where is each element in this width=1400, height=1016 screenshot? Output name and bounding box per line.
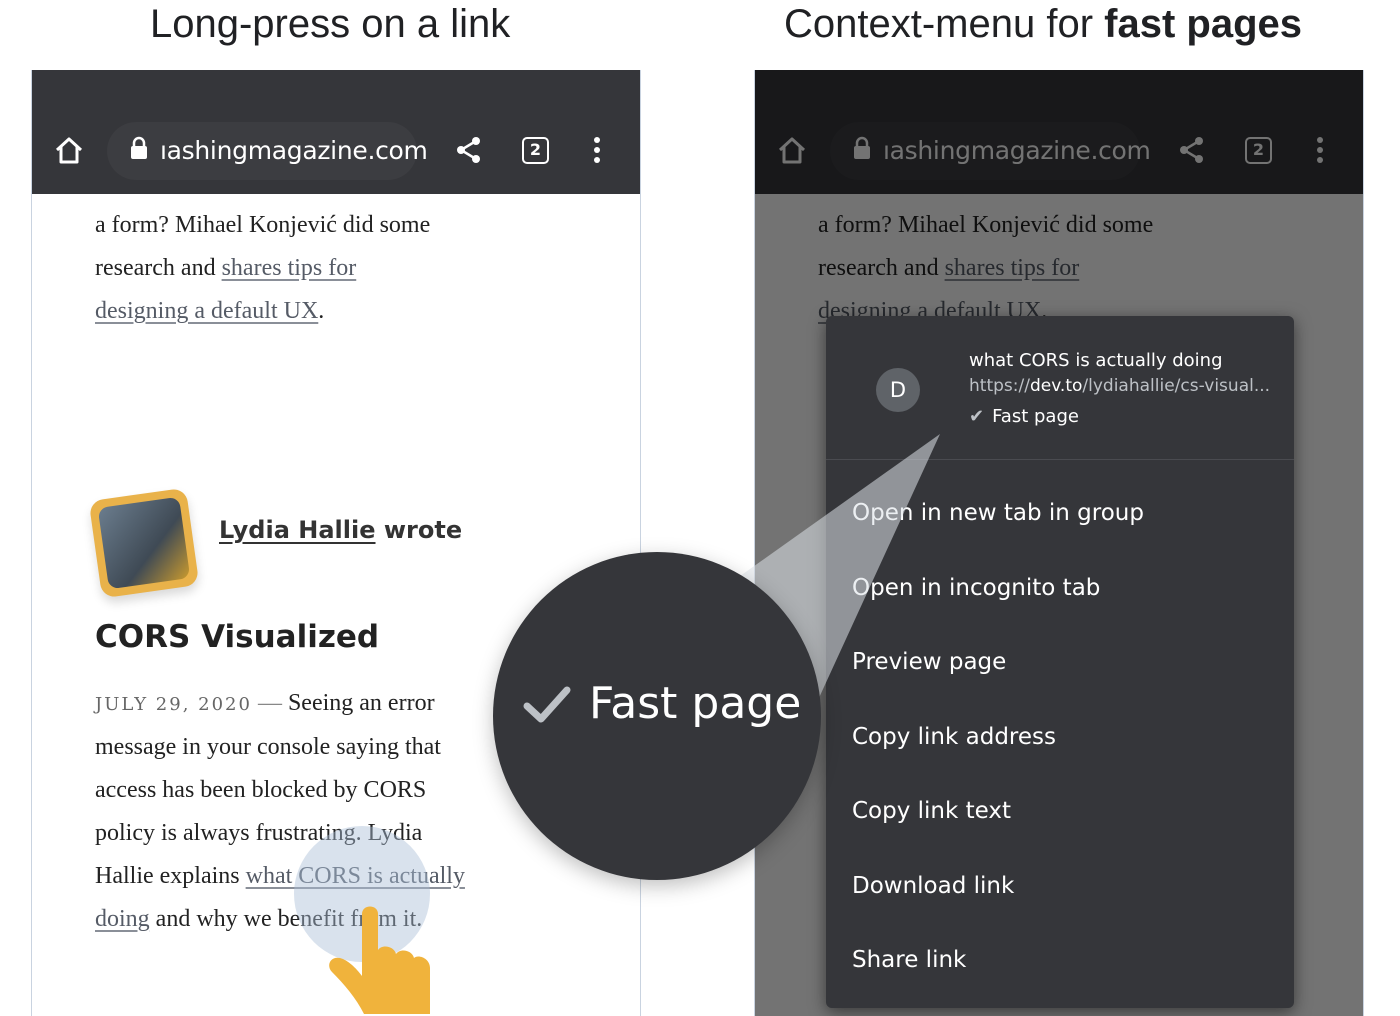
article-text: Hallie explains <box>95 863 246 889</box>
menu-item-open-new-tab-group[interactable]: Open in new tab in group <box>826 476 1294 551</box>
article-line: JULY 29, 2020 — Seeing an error <box>95 682 435 726</box>
author-avatar[interactable] <box>88 487 200 599</box>
context-menu: D what CORS is actually doing https://de… <box>826 316 1294 1008</box>
url-text[interactable]: ıashingmagazine.com <box>160 136 428 165</box>
shares-tips-link[interactable]: shares tips for <box>222 255 357 281</box>
author-suffix: wrote <box>375 516 463 544</box>
lock-icon <box>131 136 147 159</box>
article-text: Seeing an error <box>287 690 435 716</box>
menu-item-share-link[interactable]: Share link <box>826 923 1294 998</box>
date-dash: — <box>251 690 288 716</box>
fast-page-label: Fast page <box>992 406 1079 427</box>
browser-toolbar: ıashingmagazine.com 2 <box>32 70 640 194</box>
link-title: what CORS is actually doing <box>969 350 1223 371</box>
link-url: https://dev.to/lydiahallie/cs-visual... <box>969 376 1270 396</box>
cors-article-link-cont[interactable]: doing <box>95 906 150 932</box>
phone-screen-right: ıashingmagazine.com 2 a form? Mihael Kon… <box>754 70 1364 1016</box>
article-line: designing a default UX. <box>95 290 324 333</box>
article-text: research and <box>95 255 222 281</box>
callout-label: Fast page <box>589 678 802 729</box>
more-vert-icon[interactable] <box>593 136 601 164</box>
menu-item-open-incognito[interactable]: Open in incognito tab <box>826 551 1294 626</box>
heading-context-menu: Context-menu for fast pages <box>784 2 1302 47</box>
article-line: access has been blocked by CORS <box>95 777 427 803</box>
context-menu-items: Open in new tab in group Open in incogni… <box>826 476 1294 998</box>
link-url-path: /lydiahallie/cs-visual... <box>1082 376 1271 396</box>
default-ux-link[interactable]: designing a default UX <box>95 298 318 324</box>
fast-page-badge: ✔ Fast page <box>969 406 1079 427</box>
menu-item-download-link[interactable]: Download link <box>826 849 1294 924</box>
post-title[interactable]: CORS Visualized <box>95 619 379 655</box>
site-favicon: D <box>876 368 920 412</box>
avatar-image <box>97 496 191 590</box>
pointing-hand-icon <box>329 906 430 1014</box>
tab-switcher-button[interactable]: 2 <box>522 137 549 164</box>
article-text: . <box>318 298 325 324</box>
link-url-domain: dev.to <box>1029 376 1083 396</box>
menu-item-copy-link-text[interactable]: Copy link text <box>826 774 1294 849</box>
heading-context-menu-prefix: Context-menu for <box>784 2 1105 46</box>
article-line: research and shares tips for <box>95 247 356 290</box>
menu-item-preview-page[interactable]: Preview page <box>826 625 1294 700</box>
fast-page-callout: Fast page <box>493 552 821 880</box>
heading-long-press: Long-press on a link <box>150 2 511 46</box>
check-icon: ✔ <box>969 406 985 427</box>
author-link[interactable]: Lydia Hallie <box>219 516 376 544</box>
home-icon[interactable] <box>54 136 84 164</box>
author-line: Lydia Hallie wrote <box>219 516 462 544</box>
link-url-prefix: https:// <box>969 376 1030 396</box>
article-line: a form? Mihael Konjević did some <box>95 212 431 238</box>
context-menu-header: D what CORS is actually doing https://de… <box>826 316 1294 460</box>
menu-item-copy-link-address[interactable]: Copy link address <box>826 700 1294 775</box>
share-icon[interactable] <box>456 136 482 164</box>
heading-context-menu-bold: fast pages <box>1104 2 1302 46</box>
post-date: JULY 29, 2020 <box>95 694 252 715</box>
check-icon <box>523 686 571 723</box>
article-line: message in your console saying that <box>95 734 441 760</box>
